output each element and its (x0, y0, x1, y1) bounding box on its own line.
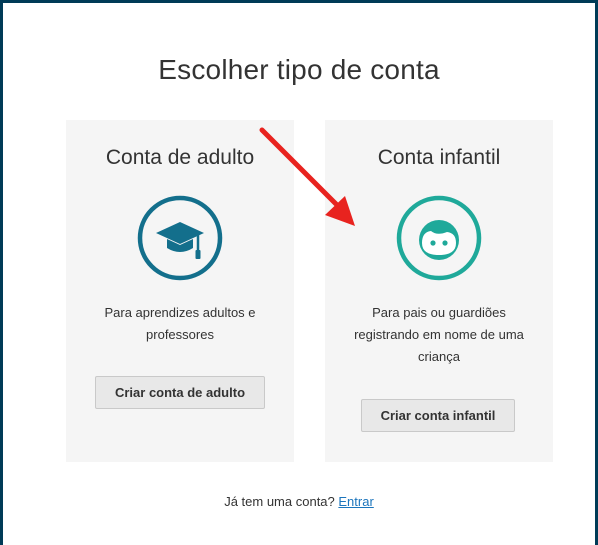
child-account-card: Conta infantil Para pais ou guardiões re… (325, 120, 553, 462)
login-link[interactable]: Entrar (338, 494, 373, 509)
child-face-icon (395, 194, 483, 282)
adult-card-description: Para aprendizes adultos e professores (104, 305, 256, 342)
create-adult-account-button[interactable]: Criar conta de adulto (95, 376, 265, 409)
child-card-description: Para pais ou guardiões registrando em no… (354, 305, 524, 364)
graduation-cap-icon (136, 194, 224, 282)
page-title: Escolher tipo de conta (158, 54, 440, 85)
child-card-title: Conta infantil (377, 146, 501, 169)
login-prompt-text: Já tem uma conta? (224, 494, 335, 509)
adult-card-title: Conta de adulto (105, 146, 255, 169)
adult-account-card: Conta de adulto Para aprendizes adultos … (66, 120, 294, 462)
create-child-account-button[interactable]: Criar conta infantil (361, 399, 515, 432)
login-prompt: Já tem uma conta? Entrar (0, 494, 598, 509)
